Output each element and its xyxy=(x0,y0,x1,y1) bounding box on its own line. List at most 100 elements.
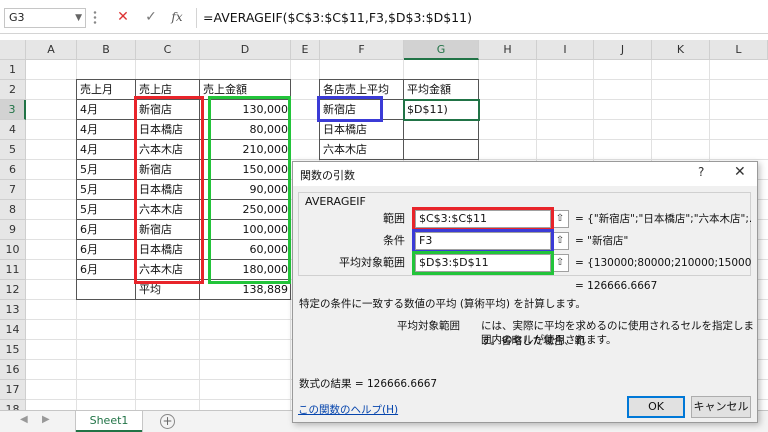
table-cell[interactable]: 日本橋店 xyxy=(136,120,200,140)
table-cell[interactable]: 5月 xyxy=(77,200,136,220)
result-preview: = 126666.6667 xyxy=(575,280,658,292)
row-header[interactable]: 1 xyxy=(0,60,26,80)
table-cell[interactable]: 六本木店 xyxy=(136,200,200,220)
close-icon[interactable]: ✕ xyxy=(734,164,746,180)
formula-input[interactable]: =AVERAGEIF($C$3:$C$11,F3,$D$3:$D$11) xyxy=(196,8,764,28)
name-box[interactable]: G3 ▼ xyxy=(4,8,86,28)
table-header-cell[interactable]: 各店売上平均 xyxy=(320,80,404,100)
criteria-input[interactable]: F3 xyxy=(415,232,551,250)
table-cell[interactable]: 新宿店 xyxy=(136,100,200,120)
store-name-cell[interactable]: 六本木店 xyxy=(320,140,404,160)
function-help-link[interactable]: この関数のヘルプ(H) xyxy=(298,402,398,417)
formula-bar: G3 ▼ ✕ ✓ fx =AVERAGEIF($C$3:$C$11,F3,$D$3… xyxy=(0,0,768,34)
table-cell[interactable]: 250,000 xyxy=(200,200,291,220)
table-cell[interactable]: 6月 xyxy=(77,220,136,240)
formula-result: 数式の結果 = 126666.6667 xyxy=(299,378,438,390)
table-header-cell[interactable]: 売上月 xyxy=(77,80,136,100)
row-header[interactable]: 16 xyxy=(0,360,26,380)
add-sheet-icon[interactable]: + xyxy=(160,414,175,429)
table-cell[interactable]: 日本橋店 xyxy=(136,240,200,260)
arg-help-text-cont: 囲内のセルが使用されます。 xyxy=(481,334,617,346)
table-cell[interactable]: 60,000 xyxy=(200,240,291,260)
column-header[interactable]: L xyxy=(710,40,768,60)
scroll-left-icon[interactable]: ◀ xyxy=(20,414,28,425)
help-icon[interactable]: ? xyxy=(698,165,704,179)
column-header[interactable]: C xyxy=(136,40,200,60)
column-header[interactable]: A xyxy=(26,40,77,60)
table-cell[interactable]: 5月 xyxy=(77,180,136,200)
function-name: AVERAGEIF xyxy=(303,195,368,208)
ok-button[interactable]: OK xyxy=(627,396,685,418)
collapse-dialog-icon[interactable]: ⇧ xyxy=(551,232,569,250)
cancel-icon[interactable]: ✕ xyxy=(112,7,134,27)
average-label-cell[interactable]: 平均 xyxy=(136,280,200,300)
select-all-corner[interactable] xyxy=(0,40,26,60)
column-header[interactable]: I xyxy=(537,40,594,60)
table-cell[interactable]: 130,000 xyxy=(200,100,291,120)
table-cell[interactable]: 4月 xyxy=(77,120,136,140)
collapse-dialog-icon[interactable]: ⇧ xyxy=(551,210,569,228)
table-cell[interactable]: 新宿店 xyxy=(136,160,200,180)
row-header[interactable]: 13 xyxy=(0,300,26,320)
row-header[interactable]: 5 xyxy=(0,140,26,160)
table-cell[interactable]: 150,000 xyxy=(200,160,291,180)
table-cell[interactable]: 90,000 xyxy=(200,180,291,200)
average-value-cell[interactable]: 138,889 xyxy=(200,280,291,300)
chevron-down-icon[interactable]: ▼ xyxy=(75,9,82,27)
dialog-titlebar: 関数の引数 ? ✕ xyxy=(293,162,757,186)
row-header[interactable]: 15 xyxy=(0,340,26,360)
column-header[interactable]: K xyxy=(652,40,710,60)
function-arguments-dialog: 関数の引数 ? ✕ AVERAGEIF 範囲 $C$3:$C$11 ⇧ = {"… xyxy=(292,161,758,423)
table-header-cell[interactable]: 平均金額 xyxy=(404,80,479,100)
row-header[interactable]: 6 xyxy=(0,160,26,180)
column-header[interactable]: F xyxy=(320,40,404,60)
collapse-dialog-icon[interactable]: ⇧ xyxy=(551,254,569,272)
table-cell[interactable]: 日本橋店 xyxy=(136,180,200,200)
arg-label-average-range: 平均対象範囲 xyxy=(339,256,405,269)
table-cell[interactable]: 6月 xyxy=(77,240,136,260)
table-cell[interactable]: 4月 xyxy=(77,140,136,160)
row-header[interactable]: 4 xyxy=(0,120,26,140)
row-header[interactable]: 10 xyxy=(0,240,26,260)
column-header[interactable]: J xyxy=(594,40,652,60)
cancel-button[interactable]: キャンセル xyxy=(691,396,751,418)
insert-function-icon[interactable]: fx xyxy=(166,7,188,27)
average-range-input[interactable]: $D$3:$D$11 xyxy=(415,254,551,272)
row-header[interactable]: 8 xyxy=(0,200,26,220)
table-cell[interactable]: 六本木店 xyxy=(136,260,200,280)
column-header[interactable]: B xyxy=(77,40,136,60)
table-cell[interactable]: 100,000 xyxy=(200,220,291,240)
row-header[interactable]: 12 xyxy=(0,280,26,300)
table-cell[interactable]: 六本木店 xyxy=(136,140,200,160)
store-name-cell[interactable]: 新宿店 xyxy=(320,100,404,120)
row-header[interactable]: 9 xyxy=(0,220,26,240)
row-header[interactable]: 7 xyxy=(0,180,26,200)
column-header[interactable]: H xyxy=(479,40,537,60)
arg-help-name: 平均対象範囲 xyxy=(397,320,460,332)
table-cell[interactable]: 4月 xyxy=(77,100,136,120)
scroll-right-icon[interactable]: ▶ xyxy=(42,414,50,425)
sheet-tab[interactable]: Sheet1 xyxy=(76,411,142,432)
active-cell xyxy=(403,99,480,121)
table-cell[interactable]: 210,000 xyxy=(200,140,291,160)
table-cell[interactable]: 180,000 xyxy=(200,260,291,280)
column-header[interactable]: G xyxy=(404,40,479,60)
row-header[interactable]: 14 xyxy=(0,320,26,340)
table-cell[interactable]: 新宿店 xyxy=(136,220,200,240)
column-header[interactable]: E xyxy=(291,40,320,60)
store-name-cell[interactable]: 日本橋店 xyxy=(320,120,404,140)
row-header[interactable]: 2 xyxy=(0,80,26,100)
column-header[interactable]: D xyxy=(200,40,291,60)
dialog-title: 関数の引数 xyxy=(300,169,355,182)
row-header[interactable]: 17 xyxy=(0,380,26,400)
table-header-cell[interactable]: 売上金額 xyxy=(200,80,291,100)
table-cell[interactable]: 80,000 xyxy=(200,120,291,140)
range-input[interactable]: $C$3:$C$11 xyxy=(415,210,551,228)
row-header[interactable]: 11 xyxy=(0,260,26,280)
table-cell[interactable]: 6月 xyxy=(77,260,136,280)
checkmark-icon[interactable]: ✓ xyxy=(140,7,162,27)
table-header-cell[interactable]: 売上店 xyxy=(136,80,200,100)
name-box-value: G3 xyxy=(9,11,25,24)
row-header[interactable]: 3 xyxy=(0,100,26,120)
table-cell[interactable]: 5月 xyxy=(77,160,136,180)
